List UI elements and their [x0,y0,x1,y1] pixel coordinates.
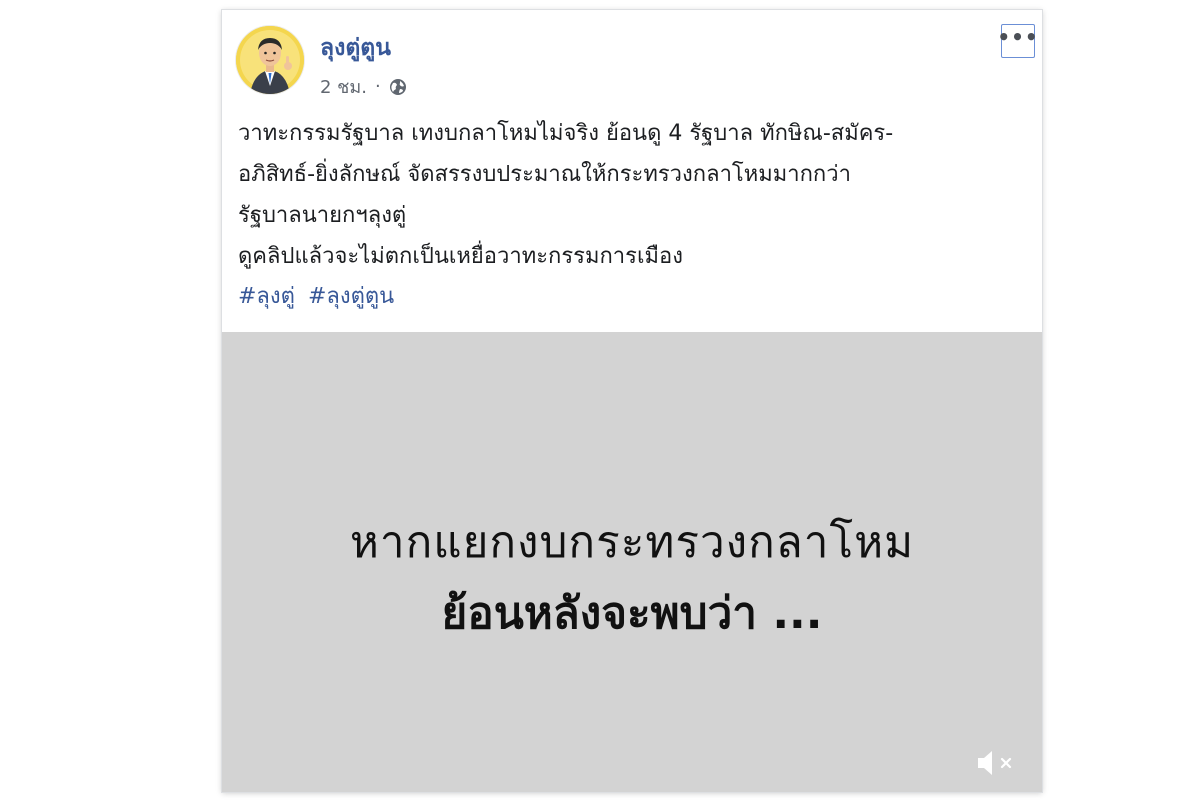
author-avatar[interactable] [236,26,304,94]
post-text-line: ดูคลิปแล้วจะไม่ตกเป็นเหยื่อวาทะกรรมการเม… [238,244,683,269]
post-timestamp[interactable]: 2 ชม. [320,72,367,101]
post-body-text: วาทะกรรมรัฐบาล เทงบกลาโหมไม่จริง ย้อนดู … [238,113,1028,277]
globe-icon[interactable] [389,78,407,96]
more-options-button[interactable]: ••• [997,24,1038,58]
mute-toggle-button[interactable] [974,746,1018,780]
meta-separator: · [374,76,381,97]
post-header: ลุงตู่ตูน 2 ชม. · ••• [222,10,1042,110]
post-card: ลุงตู่ตูน 2 ชม. · ••• วาทะกรรมรัฐบาล เทง… [222,10,1042,792]
hashtag-list: #ลุงตู่ #ลุงตู่ตูน [238,278,400,313]
avatar-illustration-icon [236,26,304,94]
author-name-link[interactable]: ลุงตู่ตูน [320,30,391,66]
post-text-line: รัฐบาลนายกฯลุงตู่ [238,203,407,228]
video-caption-line2: ย้อนหลังจะพบว่า ... [441,588,823,639]
speaker-muted-icon [978,751,1012,775]
video-player[interactable]: หากแยกงบกระทรวงกลาโหม ย้อนหลังจะพบว่า ..… [222,332,1042,792]
post-text-line: วาทะกรรมรัฐบาล เทงบกลาโหมไม่จริง ย้อนดู … [238,121,894,146]
hashtag-link[interactable]: #ลุงตู่ตูน [308,284,394,309]
ellipsis-icon: ••• [997,25,1039,49]
post-text-line: อภิสิทธ์-ยิ่งลักษณ์ จัดสรรงบประมาณให้กระ… [238,162,851,187]
post-meta: 2 ชม. · [320,72,407,101]
video-caption-line1: หากแยกงบกระทรวงกลาโหม [349,517,915,568]
hashtag-link[interactable]: #ลุงตู่ [238,284,295,309]
